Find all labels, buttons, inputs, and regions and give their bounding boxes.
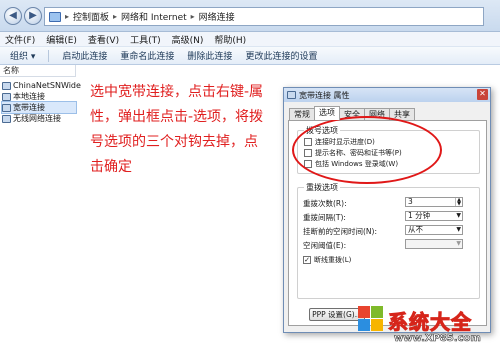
delete-connection-button[interactable]: 删除此连接 [187,49,232,62]
windows-logo-icon [358,306,384,332]
tab-general[interactable]: 常规 [289,108,315,120]
address-bar-area: ◀ ▶ ▸ 控制面板 ▸ 网络和 Internet ▸ 网络连接 [0,0,500,32]
redial-options-group: 重拨选项 重拨次数(R): 3 ▲ ▼ 重拨间隔(T): 1 分钟 ▼ 挂断前的空… [297,182,480,299]
wireless-connection-icon [2,114,11,123]
menu-file[interactable]: 文件(F) [5,33,35,46]
idle-time-label: 挂断前的空闲时间(N): [303,227,377,236]
list-item-chinanet[interactable]: ChinaNetSNWide [2,80,81,91]
breadcrumb-network-internet[interactable]: 网络和 Internet [121,10,187,23]
rename-connection-button[interactable]: 重命名此连接 [120,49,174,62]
chevron-down-icon: ▼ [456,240,461,247]
redial-options-title: 重拨选项 [304,182,340,193]
dialog-title: 宽带连接 属性 [299,90,350,100]
watermark-url: www.XP85.com [394,333,481,345]
idle-threshold-select: ▼ [405,239,463,249]
change-settings-button[interactable]: 更改此连接的设置 [245,49,317,62]
menu-bar: 文件(F) 编辑(E) 查看(V) 工具(T) 高级(N) 帮助(H) [0,32,500,46]
network-connection-icon [2,92,11,101]
redial-attempts-input[interactable]: 3 ▲ ▼ [405,197,463,207]
menu-help[interactable]: 帮助(H) [214,33,246,46]
close-icon[interactable]: ✕ [477,89,488,100]
command-bar: 组织 ▾ 启动此连接 重命名此连接 删除此连接 更改此连接的设置 [0,46,500,65]
redial-interval-select[interactable]: 1 分钟 ▼ [405,211,463,221]
list-item-local-connection[interactable]: 本地连接 [2,91,76,102]
watermark-brand: 系统大全 [388,310,472,335]
tab-options[interactable]: 选项 [314,106,340,120]
network-connection-icon [2,81,11,90]
breadcrumb-control-panel[interactable]: 控制面板 [73,10,109,23]
list-item-wireless-connection[interactable]: 无线网络连接 [2,113,76,124]
organize-button[interactable]: 组织 ▾ [10,49,35,62]
menu-tools[interactable]: 工具(T) [130,33,161,46]
breadcrumb-network-connections[interactable]: 网络连接 [199,10,235,23]
back-button[interactable]: ◀ [4,7,22,25]
checkbox-checked[interactable]: ✓ [303,256,311,264]
menu-view[interactable]: 查看(V) [88,33,119,46]
list-item-broadband-connection[interactable]: 宽带连接 [1,101,77,114]
chevron-down-icon: ▼ [456,212,461,219]
network-connection-icon [287,91,296,99]
chevron-down-icon: ▼ [456,226,461,233]
ppp-settings-button[interactable]: PPP 设置(G)... [309,308,365,321]
idle-time-select[interactable]: 从不 ▼ [405,225,463,235]
menu-advanced[interactable]: 高级(N) [172,33,204,46]
address-bar[interactable]: ▸ 控制面板 ▸ 网络和 Internet ▸ 网络连接 [44,7,484,26]
idle-threshold-label: 空闲阈值(E): [303,241,347,250]
site-watermark: 系统大全 www.XP85.com [358,306,498,350]
menu-edit[interactable]: 编辑(E) [46,33,77,46]
redial-interval-label: 重拨间隔(T): [303,213,346,222]
name-column-header[interactable]: 名称 [0,65,76,77]
highlight-ellipse [292,116,442,184]
network-connection-icon [2,103,11,112]
spinner-arrows-icon[interactable]: ▲ ▼ [455,198,462,207]
start-connection-button[interactable]: 启动此连接 [62,49,107,62]
control-panel-icon [49,11,61,22]
forward-button[interactable]: ▶ [24,7,42,25]
instruction-annotation: 选中宽带连接，点击右键-属性，弹出框点击-选项，将拨号选项的三个对钩去掉，点击确… [90,84,264,175]
dialog-titlebar[interactable]: 宽带连接 属性 [284,88,490,102]
redial-if-dropped-option[interactable]: ✓ 断线重拨(L) [303,255,351,265]
redial-attempts-label: 重拨次数(R): [303,199,347,208]
